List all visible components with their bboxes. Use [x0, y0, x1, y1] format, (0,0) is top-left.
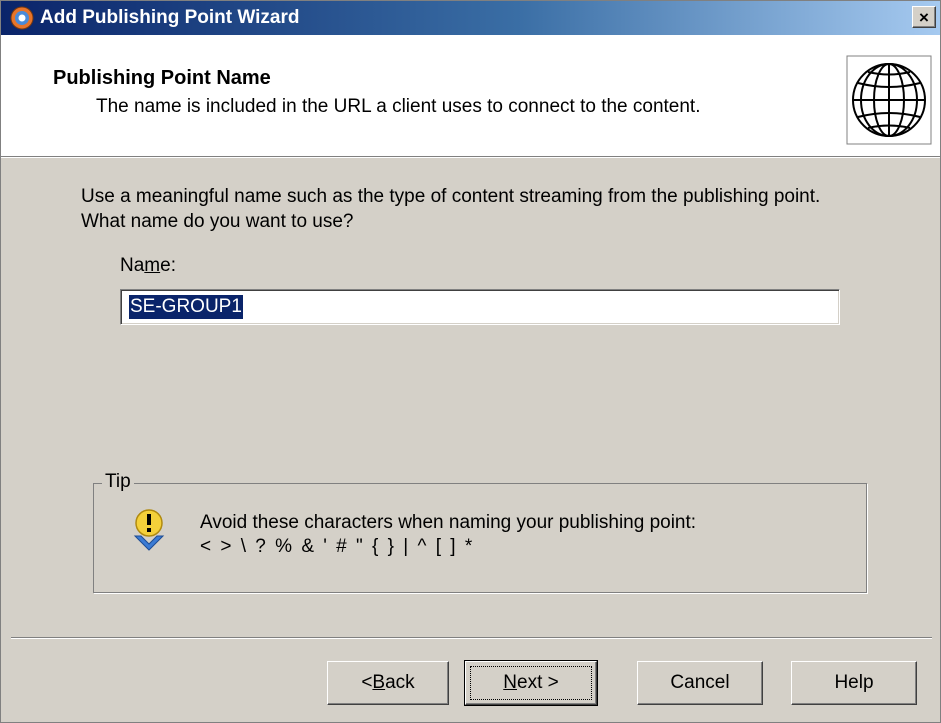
media-services-icon [10, 6, 34, 30]
warning-icon [133, 509, 165, 551]
next-button[interactable]: Next > [464, 660, 598, 706]
wizard-window: Add Publishing Point Wizard × Publishing… [0, 0, 941, 723]
close-button[interactable]: × [912, 6, 936, 28]
page-subtitle: The name is included in the URL a client… [96, 96, 701, 117]
wizard-header: Publishing Point Name The name is includ… [1, 35, 940, 157]
tip-text: Avoid these characters when naming your … [200, 512, 697, 533]
close-icon: × [919, 7, 929, 27]
name-label: Name: [120, 255, 176, 276]
help-button[interactable]: Help [791, 661, 917, 705]
name-input[interactable]: SE-GROUP1 [120, 289, 840, 325]
tip-legend: Tip [102, 471, 134, 493]
button-divider [11, 637, 932, 639]
cancel-button[interactable]: Cancel [637, 661, 763, 705]
back-button[interactable]: < Back [327, 661, 449, 705]
tip-invalid-characters: < > \ ? % & ' # " { } | ^ [ ] * [200, 536, 475, 557]
name-value-selected: SE-GROUP1 [129, 295, 243, 319]
globe-icon [846, 55, 932, 145]
title-bar[interactable]: Add Publishing Point Wizard × [1, 1, 940, 35]
intro-text: Use a meaningful name such as the type o… [81, 186, 821, 232]
page-title: Publishing Point Name [53, 67, 271, 89]
window-title: Add Publishing Point Wizard [40, 7, 300, 28]
tip-group: Tip Avoid these characters when naming y… [93, 471, 867, 593]
